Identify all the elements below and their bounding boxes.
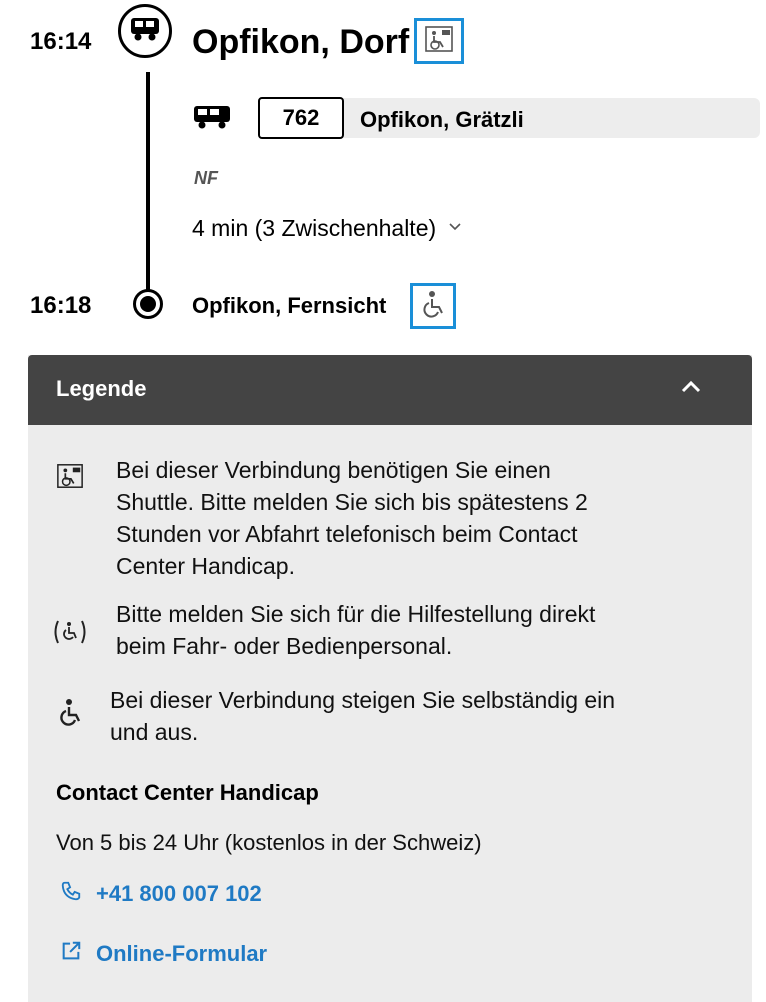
arrival-time: 16:18 xyxy=(30,292,92,319)
legend-item-assisted: Bitte melden Sie sich für die Hilfestell… xyxy=(116,598,736,662)
legend-line: Center Handicap. xyxy=(116,553,295,579)
timeline-line xyxy=(146,72,150,292)
shuttle-wheelchair-icon xyxy=(56,462,84,495)
legend-line: und aus. xyxy=(110,719,199,745)
contact-heading: Contact Center Handicap xyxy=(56,780,319,805)
external-link-icon xyxy=(60,940,82,968)
legend-line: Stunden vor Abfahrt telefonisch beim Con… xyxy=(116,521,578,547)
low-floor-attribute: NF xyxy=(194,168,218,188)
assisted-wheelchair-icon xyxy=(52,618,88,651)
legend-line: Bei dieser Verbindung benötigen Sie eine… xyxy=(116,457,551,483)
legend-line: Bitte melden Sie sich für die Hilfestell… xyxy=(116,601,596,627)
line-number-badge: 762 xyxy=(258,97,344,139)
departure-stop[interactable]: Opfikon, Dorf xyxy=(192,22,409,62)
legend-item-independent: Bei dieser Verbindung steigen Sie selbst… xyxy=(110,684,736,748)
phone-icon xyxy=(60,880,82,908)
online-form-label: Online-Formular xyxy=(96,941,268,966)
wheelchair-icon xyxy=(420,289,446,324)
intermediate-stops-toggle[interactable]: 4 min (3 Zwischenhalte) xyxy=(192,212,462,244)
arrival-stop[interactable]: Opfikon, Fernsicht xyxy=(192,292,386,320)
bus-stop-marker xyxy=(118,4,172,58)
departure-accessibility-indicator[interactable] xyxy=(414,18,464,64)
contact-hours: Von 5 bis 24 Uhr (kostenlos in der Schwe… xyxy=(56,830,482,855)
duration-text: 4 min (3 Zwischenhalte) xyxy=(192,214,437,241)
line-direction: Opfikon, Grätzli xyxy=(360,107,524,132)
wheelchair-icon xyxy=(58,698,82,731)
legend-line: Shuttle. Bitte melden Sie sich bis späte… xyxy=(116,489,588,515)
arrival-accessibility-indicator[interactable] xyxy=(410,283,456,329)
bus-icon xyxy=(192,104,232,135)
chevron-down-icon xyxy=(448,219,462,237)
chevron-up-icon[interactable] xyxy=(680,380,702,399)
phone-link[interactable]: +41 800 007 102 xyxy=(60,880,262,908)
phone-number: +41 800 007 102 xyxy=(96,881,262,906)
legend-title: Legende xyxy=(56,376,147,401)
online-form-link[interactable]: Online-Formular xyxy=(60,940,267,968)
departure-time: 16:14 xyxy=(30,28,92,55)
bus-icon xyxy=(129,16,161,47)
shuttle-wheelchair-icon xyxy=(424,24,454,59)
legend-line: beim Fahr- oder Bedienpersonal. xyxy=(116,633,453,659)
legend-line: Bei dieser Verbindung steigen Sie selbst… xyxy=(110,687,616,713)
arrival-stop-marker xyxy=(133,289,163,319)
legend-item-shuttle: Bei dieser Verbindung benötigen Sie eine… xyxy=(116,454,736,582)
